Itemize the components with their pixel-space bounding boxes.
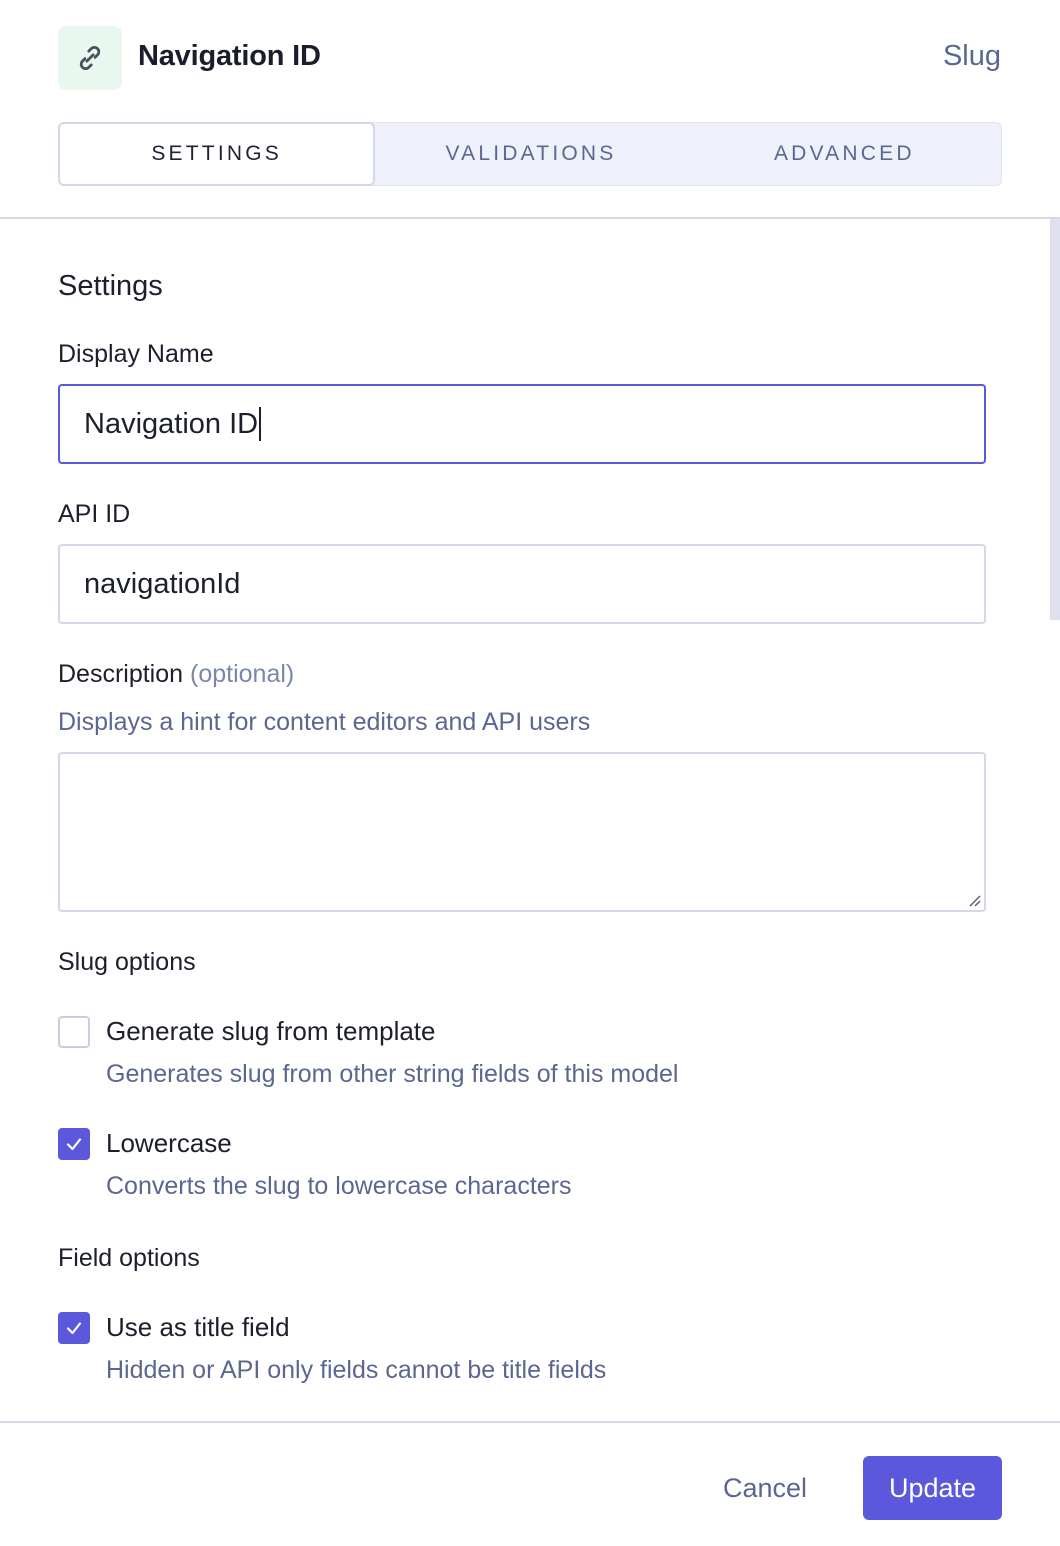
display-name-value: Navigation ID	[84, 407, 259, 440]
slug-options-title: Slug options	[58, 948, 196, 976]
text-caret	[259, 407, 262, 441]
tab-validations[interactable]: Validations	[374, 123, 687, 185]
generate-slug-hint: Generates slug from other string fields …	[106, 1060, 679, 1088]
title-field-label[interactable]: Use as title field	[106, 1312, 290, 1343]
checkmark-icon	[66, 1322, 82, 1335]
description-hint: Displays a hint for content editors and …	[58, 708, 591, 736]
lowercase-label[interactable]: Lowercase	[106, 1128, 232, 1159]
tab-settings[interactable]: Settings	[58, 122, 376, 186]
api-id-value: navigationId	[84, 567, 241, 600]
title-field-checkbox[interactable]	[58, 1312, 90, 1344]
lowercase-checkbox[interactable]	[58, 1128, 90, 1160]
scrollbar-thumb[interactable]	[1050, 219, 1060, 620]
checkmark-icon	[66, 1138, 82, 1151]
generate-slug-checkbox[interactable]	[58, 1016, 90, 1048]
tab-advanced[interactable]: Advanced	[688, 123, 1001, 185]
field-settings-panel: Navigation ID Slug Settings Validations …	[0, 0, 1060, 1546]
description-textarea[interactable]	[58, 752, 986, 912]
cancel-button[interactable]: Cancel	[700, 1456, 830, 1520]
field-type-icon-box	[58, 26, 122, 90]
title-field-hint: Hidden or API only fields cannot be titl…	[106, 1356, 607, 1384]
generate-slug-label[interactable]: Generate slug from template	[106, 1016, 436, 1047]
optional-tag: (optional)	[190, 660, 295, 688]
link-icon	[79, 45, 101, 71]
description-label: Description (optional)	[58, 660, 294, 689]
lowercase-hint: Converts the slug to lowercase character…	[106, 1172, 572, 1200]
description-label-text: Description	[58, 660, 184, 688]
field-type-label: Slug	[942, 40, 1001, 72]
resize-handle-icon[interactable]	[966, 892, 982, 908]
header-divider	[0, 217, 1060, 219]
api-id-label: API ID	[58, 500, 131, 528]
field-options-title: Field options	[58, 1244, 200, 1272]
update-button[interactable]: Update	[863, 1456, 1002, 1520]
display-name-input[interactable]: Navigation ID	[58, 384, 986, 464]
display-name-label: Display Name	[58, 340, 214, 368]
tab-bar: Settings Validations Advanced	[58, 122, 1002, 186]
section-title: Settings	[58, 270, 163, 302]
field-title: Navigation ID	[138, 40, 321, 72]
panel-header: Navigation ID Slug Settings Validations …	[0, 0, 1060, 218]
api-id-input[interactable]: navigationId	[58, 544, 986, 624]
footer-divider	[0, 1421, 1060, 1423]
